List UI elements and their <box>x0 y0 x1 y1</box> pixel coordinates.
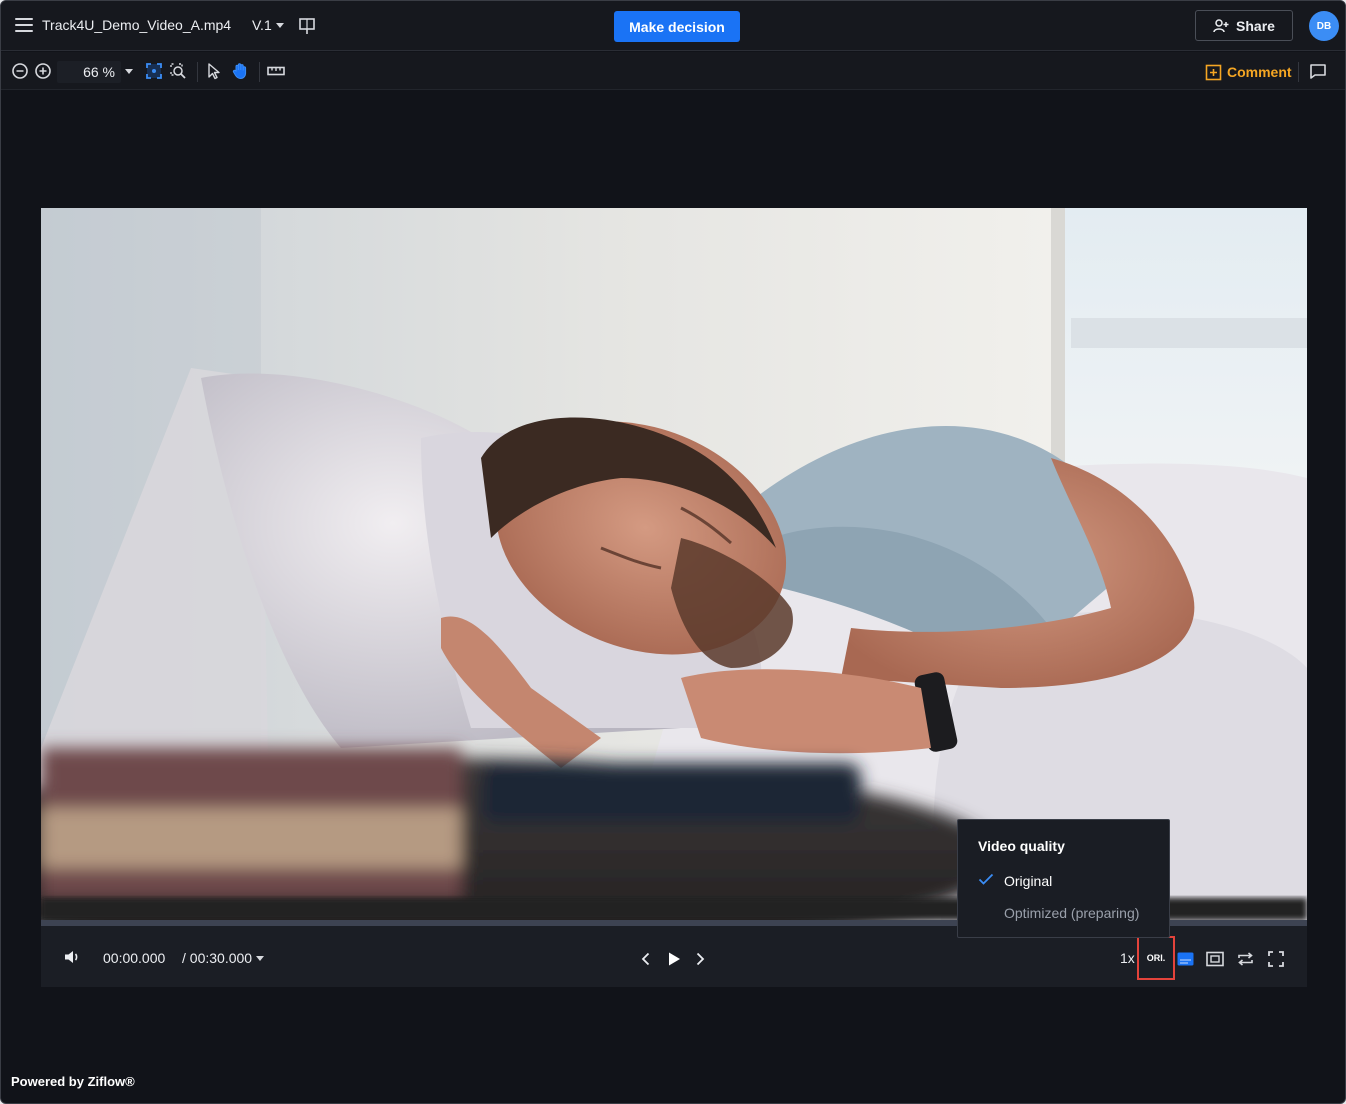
fullscreen-icon[interactable] <box>1267 950 1285 968</box>
powered-by-footer: Powered by Ziflow® <box>11 1074 135 1089</box>
ruler-icon[interactable] <box>267 62 285 80</box>
version-label: V.1 <box>252 17 272 33</box>
zoom-out-icon[interactable] <box>11 62 29 80</box>
quality-option-label: Optimized (preparing) <box>1004 905 1140 921</box>
comment-button[interactable]: Comment <box>1205 62 1292 82</box>
tool-bar: 66 % Comment <box>1 52 1345 90</box>
toolbar-divider <box>259 62 260 82</box>
checkmark-icon <box>978 873 994 885</box>
volume-icon[interactable] <box>63 949 81 965</box>
previous-frame-icon[interactable] <box>639 951 653 967</box>
video-quality-title: Video quality <box>978 838 1065 854</box>
loop-icon[interactable] <box>1237 951 1254 967</box>
total-time-dropdown[interactable]: / 00:30.000 <box>182 950 265 966</box>
comment-label: Comment <box>1227 64 1292 80</box>
video-quality-button[interactable]: ORI. <box>1137 936 1175 980</box>
zoom-to-area-icon[interactable] <box>169 62 187 80</box>
version-dropdown[interactable]: V.1 <box>252 17 284 33</box>
video-quality-menu: Video quality Original Optimized (prepar… <box>957 819 1170 938</box>
toolbar-divider <box>197 62 198 82</box>
captions-icon[interactable] <box>1177 952 1194 966</box>
video-frame <box>41 208 1307 920</box>
add-comment-icon <box>1205 64 1222 80</box>
playback-speed[interactable]: 1x <box>1120 950 1135 966</box>
zoom-dropdown-icon[interactable] <box>125 69 133 74</box>
file-name: Track4U_Demo_Video_A.mp4 <box>42 17 232 33</box>
quality-option-label: Original <box>1004 873 1053 889</box>
chevron-down-icon <box>256 956 265 961</box>
top-bar: Track4U_Demo_Video_A.mp4 V.1 Make decisi… <box>1 1 1345 51</box>
share-button[interactable]: Share <box>1195 10 1293 41</box>
video-player[interactable] <box>41 208 1307 920</box>
current-time: 00:00.000 <box>103 950 166 966</box>
comments-panel-icon[interactable] <box>1309 62 1327 80</box>
add-user-icon <box>1213 18 1229 32</box>
zoom-in-icon[interactable] <box>34 62 52 80</box>
total-time: / 00:30.000 <box>182 950 253 966</box>
play-icon[interactable] <box>666 951 682 967</box>
app-window: Track4U_Demo_Video_A.mp4 V.1 Make decisi… <box>0 0 1346 1104</box>
next-frame-icon[interactable] <box>693 951 707 967</box>
select-cursor-icon[interactable] <box>205 62 223 80</box>
zoom-level-field[interactable]: 66 % <box>57 61 121 83</box>
share-label: Share <box>1236 17 1275 34</box>
chevron-down-icon <box>275 23 284 28</box>
safe-area-icon[interactable] <box>1206 951 1224 967</box>
presentation-icon[interactable] <box>298 17 316 35</box>
pan-hand-icon[interactable] <box>231 62 249 80</box>
quality-option-original[interactable]: Original <box>958 866 1169 894</box>
menu-icon[interactable] <box>15 18 33 32</box>
make-decision-button[interactable]: Make decision <box>614 11 740 42</box>
toolbar-divider <box>1298 62 1299 82</box>
quality-option-optimized[interactable]: Optimized (preparing) <box>958 898 1169 926</box>
fit-to-screen-icon[interactable] <box>145 62 163 80</box>
user-avatar[interactable]: DB <box>1309 11 1339 41</box>
